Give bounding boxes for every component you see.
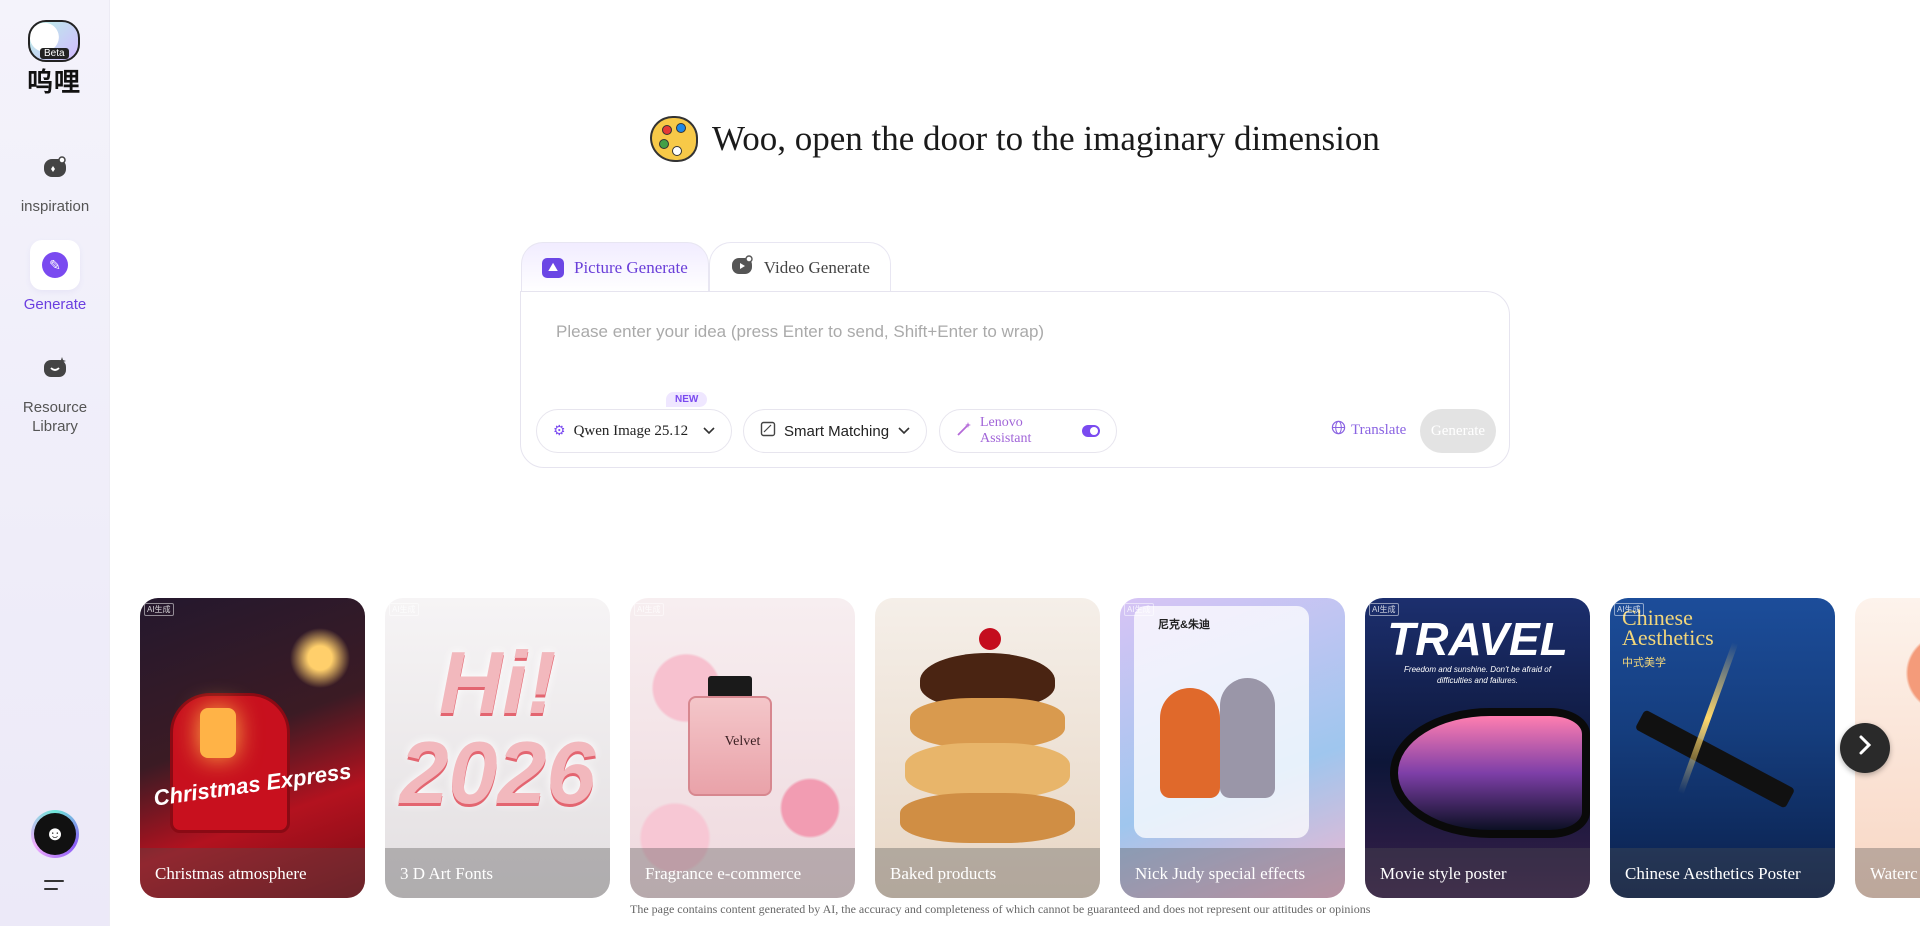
ai-disclaimer: The page contains content generated by A… bbox=[630, 902, 1371, 916]
picture-icon: ⛰ bbox=[542, 257, 564, 278]
gallery-card-christmas[interactable]: Christmas Express AI生成 Christmas atmosph… bbox=[140, 598, 365, 898]
card-caption: Waterc bbox=[1855, 848, 1920, 898]
generate-button[interactable]: Generate bbox=[1420, 409, 1496, 453]
model-label: Qwen Image 25.12 bbox=[573, 422, 689, 439]
card-sub-text: Freedom and sunshine. Don't be afraid of… bbox=[1404, 665, 1551, 685]
generate-icon: ✎ bbox=[30, 240, 80, 290]
tab-label: Picture Generate bbox=[574, 257, 688, 277]
carousel-next-button[interactable] bbox=[1840, 723, 1890, 773]
sidebar-item-generate[interactable]: ✎ Generate bbox=[0, 240, 110, 313]
palette-icon bbox=[650, 116, 698, 162]
sidebar-item-label: Resource Library bbox=[22, 399, 88, 435]
prompt-input[interactable] bbox=[556, 312, 1456, 352]
assistant-label: Lenovo Assistant bbox=[980, 415, 1032, 446]
card-caption: 3 D Art Fonts bbox=[385, 848, 610, 898]
sidebar-item-label: Generate bbox=[23, 296, 87, 313]
page-title: Woo, open the door to the imaginary dime… bbox=[650, 114, 1380, 164]
card-caption: Christmas atmosphere bbox=[140, 848, 365, 898]
ai-generated-tag: AI生成 bbox=[1614, 603, 1644, 616]
beta-badge: Beta bbox=[40, 48, 69, 59]
logo[interactable]: Beta 呜哩 bbox=[24, 18, 86, 98]
menu-icon[interactable] bbox=[44, 880, 64, 896]
card-caption: Movie style poster bbox=[1365, 848, 1590, 898]
assistant-switch[interactable] bbox=[1081, 425, 1100, 437]
translate-button[interactable]: Translate bbox=[1331, 420, 1406, 440]
model-icon: ⚙ bbox=[553, 423, 566, 439]
card-art-text: 尼克&朱迪 bbox=[1158, 619, 1210, 631]
tab-label: Video Generate bbox=[763, 257, 870, 277]
gallery-card-3d-fonts[interactable]: Hi! 2026 AI生成 3 D Art Fonts bbox=[385, 598, 610, 898]
aspect-ratio-icon bbox=[760, 421, 776, 441]
headline-text: Woo, open the door to the imaginary dime… bbox=[712, 119, 1380, 158]
video-icon bbox=[730, 254, 754, 281]
tab-video-generate[interactable]: Video Generate bbox=[708, 242, 891, 292]
chevron-right-icon bbox=[1858, 733, 1872, 763]
gallery-card-baked[interactable]: Baked products bbox=[875, 598, 1100, 898]
ai-generated-tag: AI生成 bbox=[389, 603, 419, 616]
sidebar-item-inspiration[interactable]: inspiration bbox=[0, 142, 110, 215]
magic-wand-icon bbox=[956, 421, 972, 442]
gallery-card-chinese-aesthetics[interactable]: Chinese Aesthetics 中式美学 AI生成 Chinese Aes… bbox=[1610, 598, 1835, 898]
model-select[interactable]: ⚙ Qwen Image 25.12 bbox=[536, 409, 732, 453]
ai-generated-tag: AI生成 bbox=[1124, 603, 1154, 616]
gallery-card-nick-judy[interactable]: 尼克&朱迪 AI生成 Nick Judy special effects bbox=[1120, 598, 1345, 898]
generate-tabs: ⛰ Picture Generate Video Generate bbox=[521, 242, 891, 292]
assistant-toggle[interactable]: Lenovo Assistant bbox=[939, 409, 1117, 453]
card-art-text: TRAVEL bbox=[1387, 613, 1568, 665]
avatar[interactable]: ☻ bbox=[31, 810, 79, 858]
card-sub-text: 中式美学 bbox=[1622, 657, 1666, 669]
chevron-down-icon bbox=[703, 424, 715, 439]
card-caption: Baked products bbox=[875, 848, 1100, 898]
sidebar-item-resource-library[interactable]: Resource Library bbox=[0, 342, 110, 436]
globe-icon bbox=[1331, 420, 1346, 440]
tab-picture-generate[interactable]: ⛰ Picture Generate bbox=[521, 242, 709, 292]
gallery-card-movie-poster[interactable]: TRAVEL Freedom and sunshine. Don't be af… bbox=[1365, 598, 1590, 898]
new-badge: NEW bbox=[666, 392, 708, 407]
sidebar: Beta 呜哩 inspiration ✎ Generate Resource … bbox=[0, 0, 110, 926]
logo-text: 呜哩 bbox=[27, 68, 82, 98]
card-caption: Chinese Aesthetics Poster bbox=[1610, 848, 1835, 898]
gallery-card-fragrance[interactable]: Velvet AI生成 Fragrance e-commerce bbox=[630, 598, 855, 898]
sidebar-item-label: inspiration bbox=[20, 198, 90, 215]
card-art-text: Hi! 2026 bbox=[399, 633, 596, 822]
resource-library-icon bbox=[30, 342, 80, 392]
card-caption: Fragrance e-commerce bbox=[630, 848, 855, 898]
translate-label: Translate bbox=[1351, 421, 1407, 438]
ratio-select[interactable]: Smart Matching bbox=[743, 409, 927, 453]
inspiration-icon bbox=[30, 142, 80, 192]
card-caption: Nick Judy special effects bbox=[1120, 848, 1345, 898]
prompt-composer: NEW ⚙ Qwen Image 25.12 Smart Matching Le… bbox=[520, 291, 1510, 468]
ai-generated-tag: AI生成 bbox=[1369, 603, 1399, 616]
inspiration-carousel: Christmas Express AI生成 Christmas atmosph… bbox=[140, 598, 1920, 898]
ai-generated-tag: AI生成 bbox=[144, 603, 174, 616]
chevron-down-icon bbox=[898, 424, 910, 438]
ai-generated-tag: AI生成 bbox=[634, 603, 664, 616]
smile-icon: ☻ bbox=[34, 813, 76, 855]
card-art-text: Velvet bbox=[724, 734, 761, 749]
ratio-label: Smart Matching bbox=[784, 422, 890, 440]
